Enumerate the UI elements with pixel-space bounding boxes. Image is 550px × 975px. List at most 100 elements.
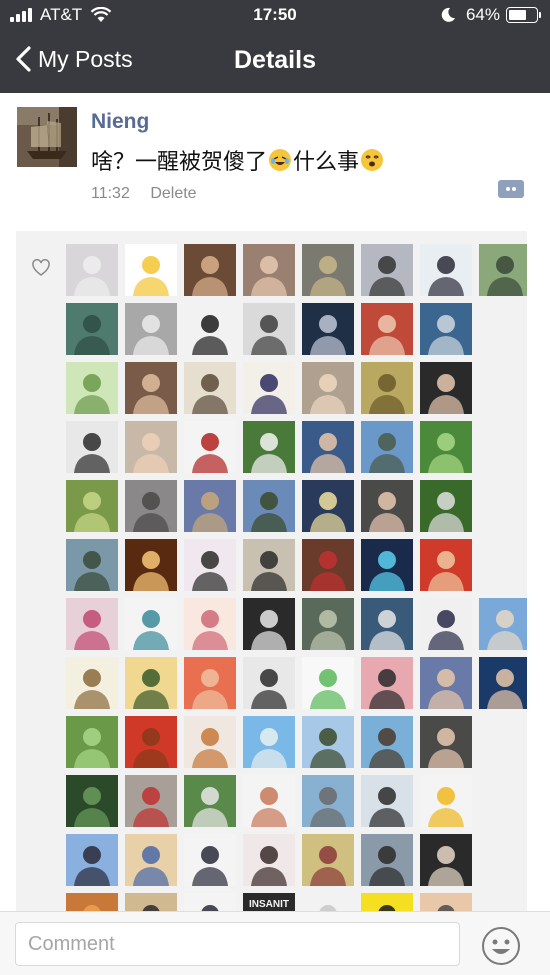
liker-avatar-house-lake[interactable]	[361, 421, 413, 473]
liker-avatar-light-glow[interactable]	[125, 539, 177, 591]
liker-avatar-woman-portrait[interactable]	[361, 303, 413, 355]
liker-avatar-night-lights[interactable]	[420, 834, 472, 886]
presenter-screen-icon	[361, 598, 413, 650]
liker-avatar-insanity-logo[interactable]: INSANIT	[243, 893, 295, 911]
liker-avatar-person-car[interactable]	[302, 539, 354, 591]
child-stairs-icon	[302, 362, 354, 414]
liker-avatar-penguin-partial[interactable]	[361, 893, 413, 911]
liker-avatar-man-cap[interactable]	[184, 834, 236, 886]
liker-avatar-cartoon-boy[interactable]	[243, 775, 295, 827]
liker-avatar-owls-drawing[interactable]	[66, 657, 118, 709]
liker-avatar-wave-oscilloscope[interactable]	[361, 539, 413, 591]
liker-avatar-person-bw[interactable]	[243, 303, 295, 355]
liker-avatar-trees-path[interactable]	[66, 716, 118, 768]
liker-avatar-woman-dress[interactable]	[184, 657, 236, 709]
liker-avatar-monkey-photo[interactable]	[361, 362, 413, 414]
liker-avatar-cat-photo[interactable]	[125, 480, 177, 532]
liker-avatar-glasses-avatar[interactable]	[184, 303, 236, 355]
liker-avatar-roast-food[interactable]	[184, 716, 236, 768]
liker-avatar-family-group[interactable]	[420, 657, 472, 709]
liker-avatar-man-standing[interactable]	[420, 598, 472, 650]
liker-avatar-lace-pattern[interactable]	[243, 598, 295, 650]
liker-avatar-star-shape[interactable]	[302, 303, 354, 355]
liker-avatar-sun-park[interactable]	[125, 657, 177, 709]
comment-input[interactable]	[15, 922, 460, 966]
liker-avatar-girl-glasses[interactable]	[361, 657, 413, 709]
comment-icon[interactable]	[498, 180, 524, 198]
liker-avatar-sunset-partial[interactable]	[66, 893, 118, 911]
liker-avatar-cartoon-dragon[interactable]	[66, 362, 118, 414]
liker-avatar-snow-landscape[interactable]	[66, 244, 118, 296]
ink-drawing-icon	[184, 362, 236, 414]
delete-button[interactable]: Delete	[150, 185, 196, 202]
sunset-partial-icon	[66, 893, 118, 911]
liker-avatar-feather-wing[interactable]	[243, 362, 295, 414]
liker-avatar-anime-girl[interactable]	[184, 539, 236, 591]
liker-avatar-child-face[interactable]	[125, 421, 177, 473]
liker-avatar-river-path[interactable]	[66, 539, 118, 591]
liker-avatar-tower-building[interactable]	[243, 716, 295, 768]
liker-avatar-beach-scene[interactable]	[125, 834, 177, 886]
liker-avatar-anime-character[interactable]	[420, 244, 472, 296]
liker-avatar-monkey-toy[interactable]	[125, 716, 177, 768]
liker-avatar-lake-mountain[interactable]	[66, 303, 118, 355]
liker-avatar-man-glasses[interactable]	[420, 716, 472, 768]
couple-photo-icon	[361, 775, 413, 827]
liker-avatar-minion-cartoon[interactable]	[125, 244, 177, 296]
liker-avatar-tree-garden[interactable]	[420, 421, 472, 473]
liker-avatar-man-suit[interactable]	[361, 480, 413, 532]
liker-avatar-green-cartoon[interactable]	[302, 657, 354, 709]
liker-avatar-pliers-drawing[interactable]	[184, 421, 236, 473]
liker-avatar-person-photo[interactable]	[184, 244, 236, 296]
moment-post: Nieng 啥？一醒被贺傻了 什么事 11:32 Delete	[0, 93, 550, 231]
liker-avatar-people-bikes[interactable]	[125, 775, 177, 827]
liker-avatar-man-face[interactable]	[302, 421, 354, 473]
liker-avatar-fountain-building[interactable]	[302, 775, 354, 827]
liker-avatar-girl-drawing[interactable]	[66, 598, 118, 650]
liker-avatar-man-tuxedo[interactable]	[420, 362, 472, 414]
liker-avatar-child-stairs[interactable]	[302, 362, 354, 414]
liker-avatar-panda-photo[interactable]	[243, 421, 295, 473]
liker-avatar-couple-photo[interactable]	[361, 775, 413, 827]
liker-avatar-palm-trees[interactable]	[302, 716, 354, 768]
liker-avatar-moon-sky[interactable]	[361, 244, 413, 296]
liker-avatar-couple-beach[interactable]	[361, 834, 413, 886]
liker-avatar-family-photo[interactable]	[125, 362, 177, 414]
liker-avatar-dot-partial[interactable]	[302, 893, 354, 911]
liker-avatar-group-partial[interactable]	[184, 893, 236, 911]
liker-avatar-woman-standing[interactable]	[243, 539, 295, 591]
liker-avatar-person-seaside[interactable]	[361, 716, 413, 768]
liker-avatar-castle-building[interactable]	[184, 480, 236, 532]
liker-avatar-anime-hood[interactable]	[184, 598, 236, 650]
smile-face-icon[interactable]	[481, 926, 521, 966]
cat-photo-icon	[125, 480, 177, 532]
author-name[interactable]: Nieng	[91, 110, 149, 134]
liker-avatar-family-partial[interactable]	[420, 893, 472, 911]
liker-avatar-person-field[interactable]	[479, 244, 527, 296]
liker-avatar-forest-aerial[interactable]	[66, 775, 118, 827]
liker-avatar-sunset-silhouette[interactable]	[302, 480, 354, 532]
liker-avatar-chicken-toy[interactable]	[420, 775, 472, 827]
liker-avatar-ink-drawing[interactable]	[184, 362, 236, 414]
liker-avatar-presenter-screen[interactable]	[361, 598, 413, 650]
liker-avatar-pattern-chart[interactable]	[125, 598, 177, 650]
liker-avatar-mountain-person[interactable]	[243, 480, 295, 532]
author-avatar[interactable]	[17, 107, 77, 167]
liker-avatar-tree-photo[interactable]	[302, 244, 354, 296]
liker-avatar-couple-selfie[interactable]	[243, 834, 295, 886]
liker-avatar-brain-drawing[interactable]	[302, 834, 354, 886]
liker-avatar-woman-bw[interactable]	[243, 657, 295, 709]
liker-avatar-man-garden[interactable]	[184, 775, 236, 827]
liker-avatar-people-partial[interactable]	[125, 893, 177, 911]
liker-avatar-garden-statue[interactable]	[302, 598, 354, 650]
liker-avatar-person-lake[interactable]	[66, 834, 118, 886]
liker-avatar-people-field[interactable]	[420, 480, 472, 532]
liker-avatar-baby-photo[interactable]	[243, 244, 295, 296]
liker-avatar-city-skyline[interactable]	[479, 598, 527, 650]
liker-avatar-man-portrait[interactable]	[66, 421, 118, 473]
liker-avatar-boat-photo[interactable]	[420, 303, 472, 355]
liker-avatar-man-red-shirt[interactable]	[420, 539, 472, 591]
liker-avatar-abstract-gray[interactable]	[125, 303, 177, 355]
liker-avatar-trees-sunlight[interactable]	[66, 480, 118, 532]
liker-avatar-man-shirt[interactable]	[479, 657, 527, 709]
